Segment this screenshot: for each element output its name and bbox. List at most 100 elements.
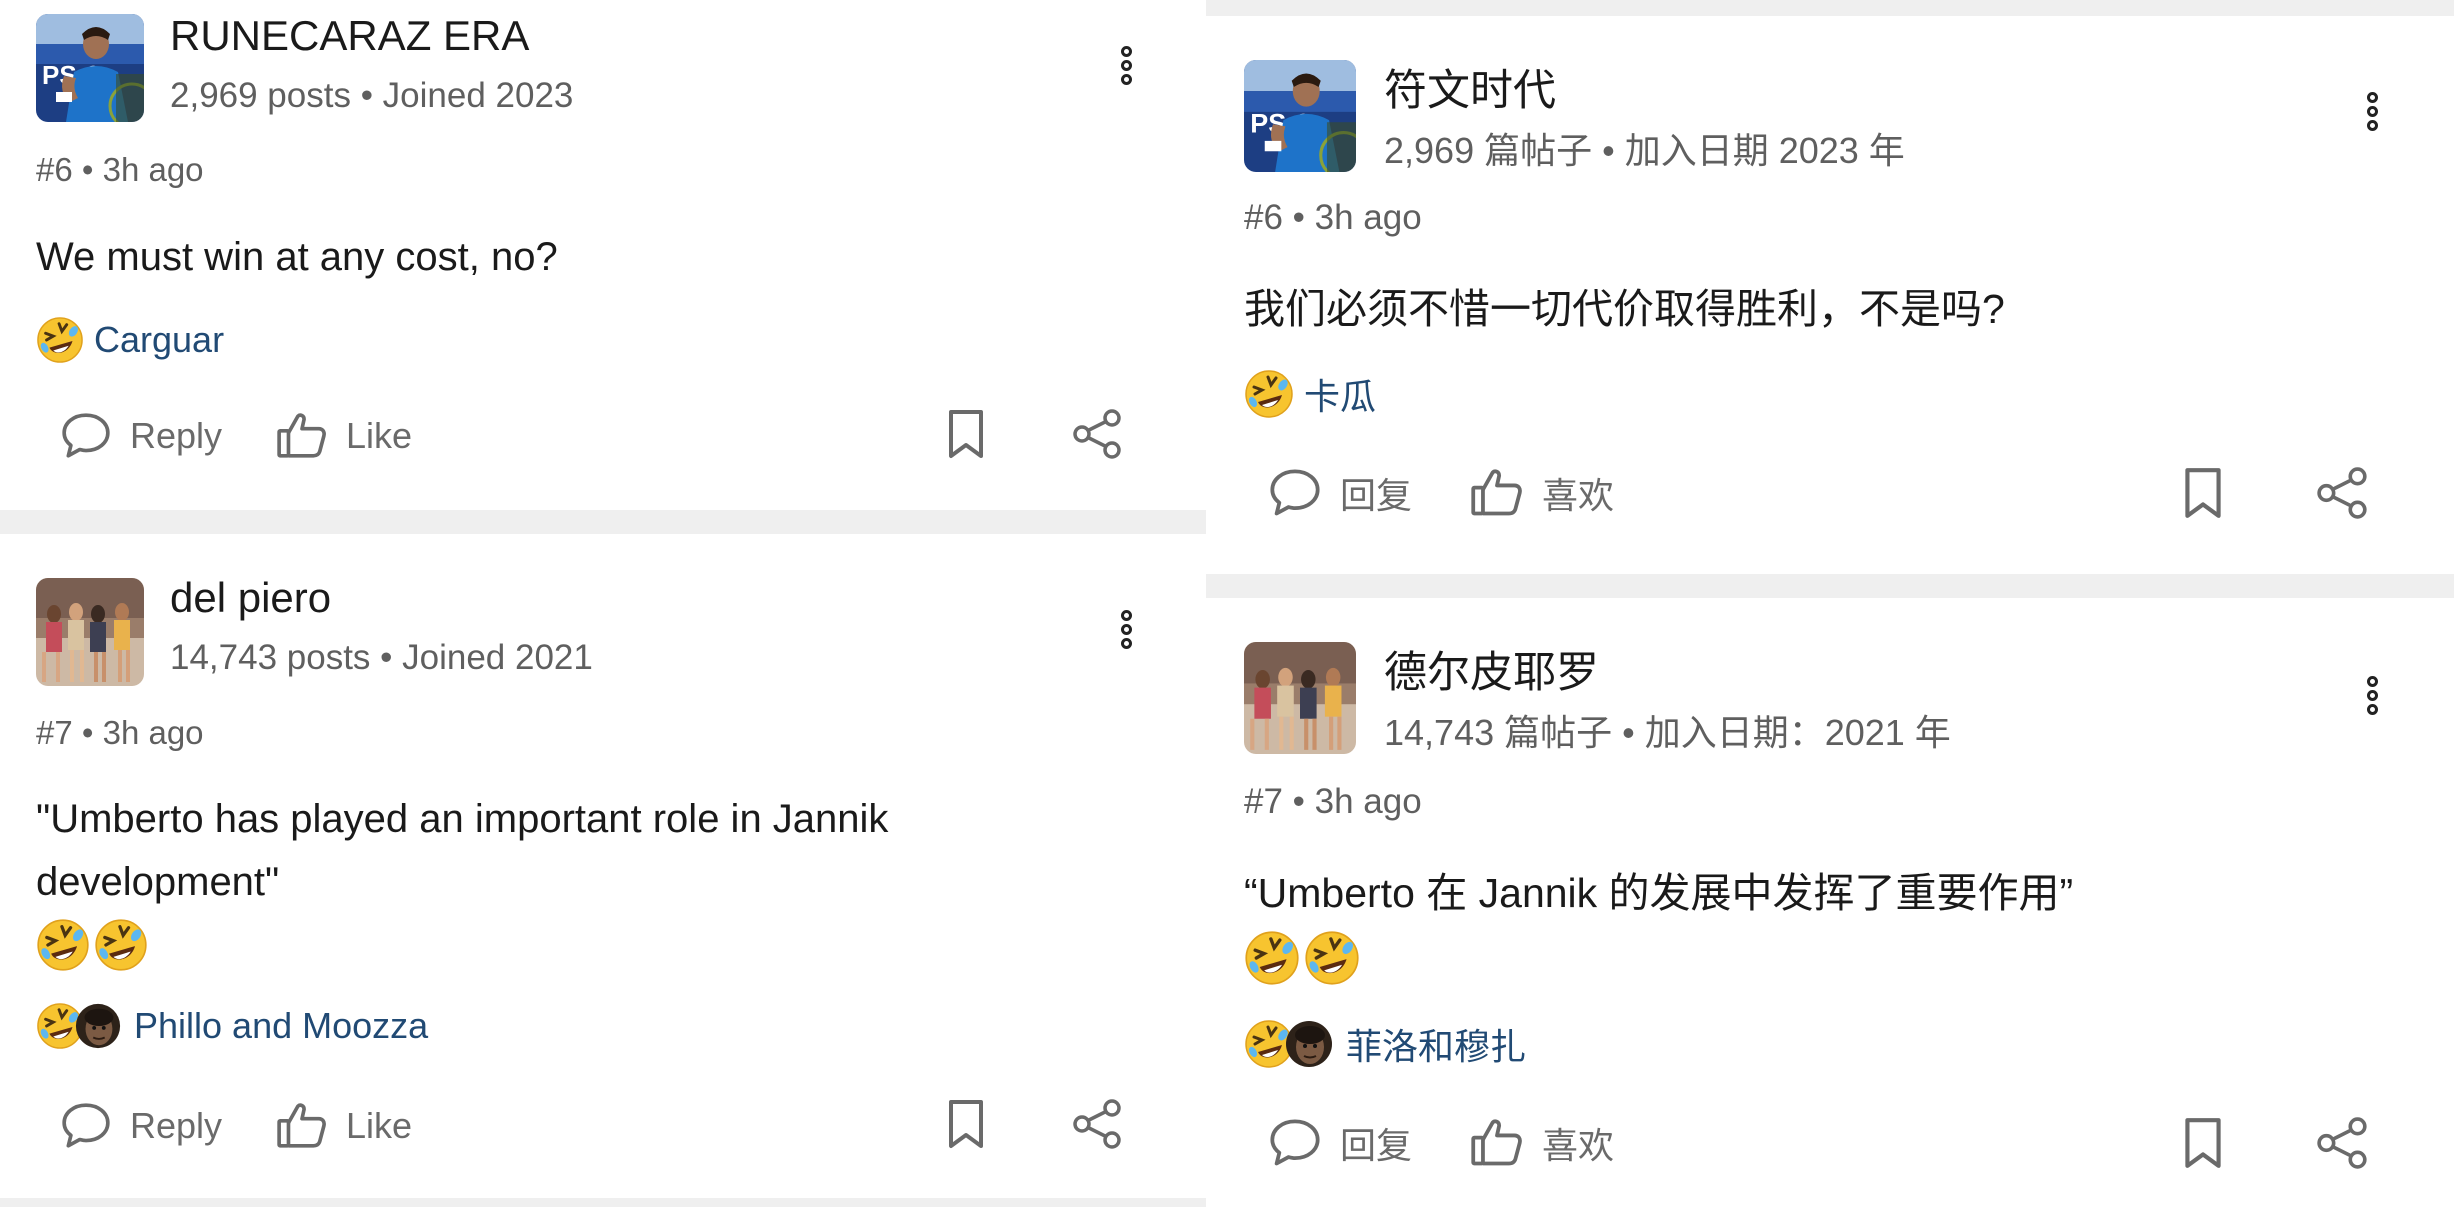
user-avatar[interactable]: [36, 578, 144, 686]
thumbs-up-icon: [1470, 466, 1524, 520]
share-button[interactable]: [1072, 408, 1124, 465]
username[interactable]: 符文时代: [1384, 56, 1556, 118]
post-7: del piero 14,743 posts • Joined 2021 #7 …: [0, 534, 1206, 1207]
reactors-link[interactable]: Phillo and Moozza: [134, 1005, 428, 1047]
share-button[interactable]: [2316, 1116, 2370, 1175]
share-button[interactable]: [1072, 1098, 1124, 1155]
left-thread-panel: RUNECARAZ ERA 2,969 posts • Joined 2023 …: [0, 0, 1206, 1207]
post-divider: [0, 1198, 1206, 1207]
share-icon: [2316, 466, 2370, 520]
tennis-player-avatar-icon: [36, 14, 144, 122]
post-divider: [1206, 574, 2454, 598]
more-vertical-icon[interactable]: [1116, 610, 1136, 660]
reaction-summary[interactable]: Phillo and Moozza: [36, 1002, 428, 1050]
like-button[interactable]: 喜欢: [1470, 1116, 1614, 1170]
post-body-line: 我们必须不惜一切代价取得胜利，不是吗?: [1244, 286, 2005, 332]
reply-label: 回复: [1340, 475, 1413, 516]
user-avatar[interactable]: [1244, 60, 1356, 172]
post-number[interactable]: #7 • 3h ago: [1244, 782, 1422, 822]
user-avatar[interactable]: [1244, 642, 1356, 754]
thumbs-up-icon: [1470, 1116, 1524, 1170]
group-photo-avatar-icon: [36, 578, 144, 686]
like-label: Like: [346, 1105, 413, 1146]
rolling-laughing-emoji-icon: [1304, 930, 1360, 986]
rolling-laughing-emoji-icon: [36, 918, 90, 972]
reply-button[interactable]: 回复: [1268, 466, 1412, 520]
reactors-link[interactable]: 菲洛和穆扎: [1346, 1018, 1526, 1070]
user-meta: 2,969 篇帖子 • 加入日期 2023 年: [1384, 130, 1905, 171]
user-meta: 14,743 posts • Joined 2021: [170, 638, 593, 677]
post-body: "Umberto has played an important role in…: [36, 788, 888, 914]
post-body: We must win at any cost, no?: [36, 226, 558, 289]
reply-button[interactable]: Reply: [60, 410, 222, 462]
thumbs-up-icon: [276, 410, 328, 462]
reactors-link[interactable]: 卡瓜: [1304, 368, 1376, 420]
reply-label: 回复: [1340, 1125, 1413, 1166]
bookmark-button[interactable]: [946, 1098, 986, 1155]
user-meta: 2,969 posts • Joined 2023: [170, 76, 574, 115]
reactors-link[interactable]: Carguar: [94, 319, 224, 361]
reaction-summary[interactable]: 菲洛和穆扎: [1244, 1018, 1526, 1070]
like-button[interactable]: Like: [276, 1100, 412, 1152]
bookmark-button[interactable]: [2182, 466, 2224, 525]
bookmark-icon: [2182, 1116, 2224, 1170]
tennis-player-avatar-icon: [1244, 60, 1356, 172]
thumbs-up-icon: [276, 1100, 328, 1152]
username[interactable]: RUNECARAZ ERA: [170, 12, 529, 60]
username[interactable]: del piero: [170, 574, 331, 622]
post-body: 我们必须不惜一切代价取得胜利，不是吗?: [1244, 278, 2005, 341]
post-divider: [0, 510, 1206, 534]
like-button[interactable]: Like: [276, 410, 412, 462]
share-icon: [1072, 408, 1124, 460]
bookmark-icon: [2182, 466, 2224, 520]
post-number[interactable]: #6 • 3h ago: [36, 151, 204, 189]
user-face-icon: [1284, 1019, 1334, 1069]
bookmark-icon: [946, 1098, 986, 1150]
share-icon: [1072, 1098, 1124, 1150]
share-icon: [2316, 1116, 2370, 1170]
post-6: 符文时代 2,969 篇帖子 • 加入日期 2023 年 #6 • 3h ago…: [1206, 16, 2454, 574]
user-meta: 14,743 篇帖子 • 加入日期：2021 年: [1384, 712, 1951, 753]
top-divider: [1206, 0, 2454, 16]
post-body-emojis: [1244, 930, 1360, 986]
right-thread-panel: 符文时代 2,969 篇帖子 • 加入日期 2023 年 #6 • 3h ago…: [1206, 0, 2454, 1207]
post-body-line: We must win at any cost, no?: [36, 235, 558, 279]
rolling-laughing-emoji-icon: [1244, 369, 1294, 419]
reaction-summary[interactable]: 卡瓜: [1244, 368, 1376, 420]
speech-bubble-icon: [1268, 1116, 1322, 1170]
post-number[interactable]: #6 • 3h ago: [1244, 198, 1422, 238]
like-label: 喜欢: [1542, 475, 1615, 516]
like-button[interactable]: 喜欢: [1470, 466, 1614, 520]
like-label: 喜欢: [1542, 1125, 1615, 1166]
reaction-summary[interactable]: Carguar: [36, 316, 224, 364]
post-body-line: "Umberto has played an important role in…: [36, 797, 889, 841]
more-vertical-icon[interactable]: [2362, 92, 2382, 142]
post-body: “Umberto 在 Jannik 的发展中发挥了重要作用”: [1244, 862, 2073, 925]
reply-button[interactable]: Reply: [60, 1100, 222, 1152]
rolling-laughing-emoji-icon: [36, 316, 84, 364]
speech-bubble-icon: [60, 1100, 112, 1152]
reply-button[interactable]: 回复: [1268, 1116, 1412, 1170]
post-body-emojis: [36, 918, 148, 972]
username[interactable]: 德尔皮耶罗: [1384, 638, 1599, 700]
more-vertical-icon[interactable]: [1116, 46, 1136, 96]
bookmark-button[interactable]: [2182, 1116, 2224, 1175]
bookmark-icon: [946, 408, 986, 460]
like-label: Like: [346, 415, 413, 456]
rolling-laughing-emoji-icon: [94, 918, 148, 972]
rolling-laughing-emoji-icon: [1244, 930, 1300, 986]
post-7: 德尔皮耶罗 14,743 篇帖子 • 加入日期：2021 年 #7 • 3h a…: [1206, 598, 2454, 1207]
speech-bubble-icon: [1268, 466, 1322, 520]
user-avatar[interactable]: [36, 14, 144, 122]
bookmark-button[interactable]: [946, 408, 986, 465]
speech-bubble-icon: [60, 410, 112, 462]
reply-label: Reply: [130, 1105, 223, 1146]
group-photo-avatar-icon: [1244, 642, 1356, 754]
post-body-line: “Umberto 在 Jannik 的发展中发挥了重要作用”: [1244, 870, 2074, 916]
user-face-icon: [74, 1002, 122, 1050]
reply-label: Reply: [130, 415, 223, 456]
post-6: RUNECARAZ ERA 2,969 posts • Joined 2023 …: [0, 0, 1206, 510]
share-button[interactable]: [2316, 466, 2370, 525]
post-number[interactable]: #7 • 3h ago: [36, 714, 204, 752]
more-vertical-icon[interactable]: [2362, 676, 2382, 726]
